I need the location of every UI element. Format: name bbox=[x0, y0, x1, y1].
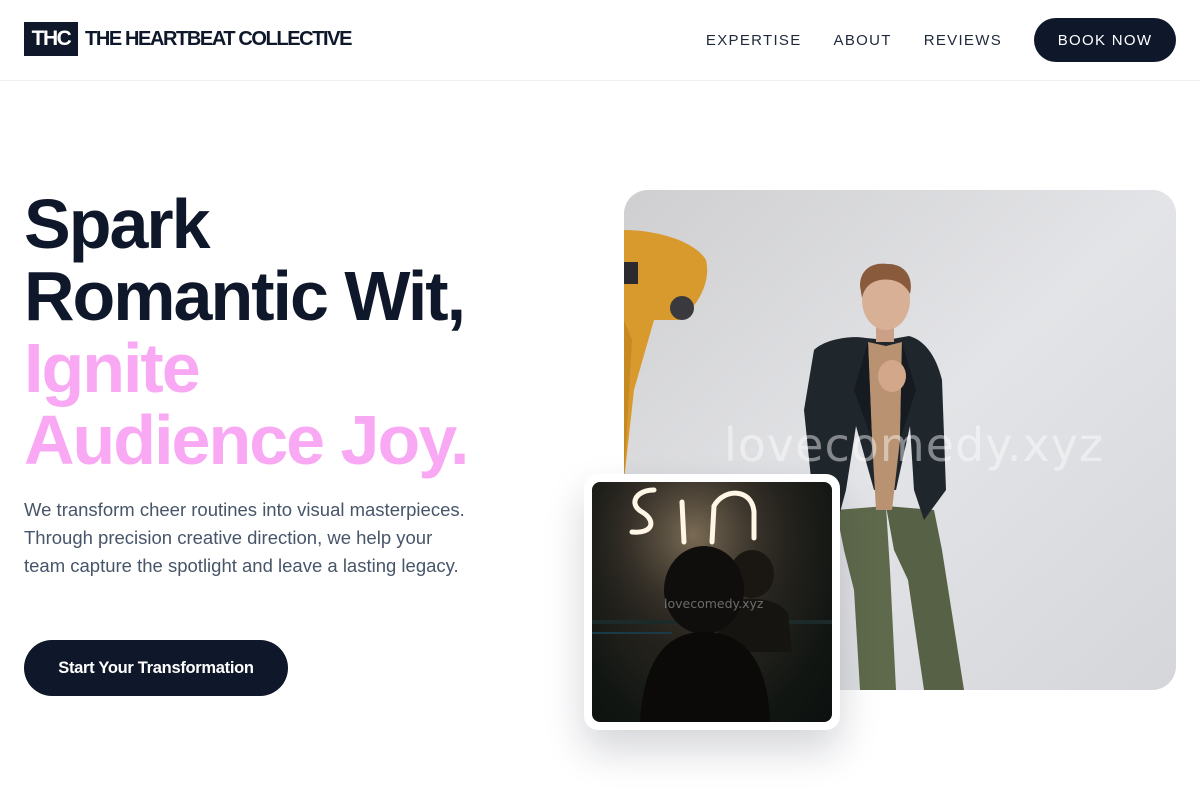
nav-link-about[interactable]: ABOUT bbox=[834, 32, 892, 49]
hero-inset-image-card: lovecomedy.xyz bbox=[584, 474, 840, 730]
nav-link-expertise[interactable]: EXPERTISE bbox=[706, 32, 802, 49]
inset-image-watermark: lovecomedy.xyz bbox=[664, 596, 764, 611]
logo-mark: THC bbox=[24, 22, 78, 56]
start-transformation-button[interactable]: Start Your Transformation bbox=[24, 640, 288, 696]
hero-headline: Spark Romantic Wit, Ignite Audience Joy. bbox=[24, 185, 469, 479]
site-header: THC THE HEARTBEAT COLLECTIVE EXPERTISE A… bbox=[0, 0, 1200, 81]
headline-line-2: Romantic Wit, bbox=[24, 257, 466, 335]
brand-name: THE HEARTBEAT COLLECTIVE bbox=[85, 27, 352, 50]
main-image-watermark: lovecomedy.xyz bbox=[724, 418, 1105, 472]
headline-line-4: Audience Joy. bbox=[24, 401, 469, 479]
main-nav: EXPERTISE ABOUT REVIEWS BOOK NOW bbox=[706, 18, 1176, 62]
book-now-button[interactable]: BOOK NOW bbox=[1034, 18, 1176, 62]
headline-line-1: Spark bbox=[24, 185, 211, 263]
brand-logo[interactable]: THC THE HEARTBEAT COLLECTIVE bbox=[24, 22, 352, 56]
hero-inset-image: lovecomedy.xyz bbox=[592, 482, 832, 722]
hero-description: We transform cheer routines into visual … bbox=[24, 499, 465, 576]
headline-line-3: Ignite bbox=[24, 329, 201, 407]
nav-link-reviews[interactable]: REVIEWS bbox=[924, 32, 1002, 49]
